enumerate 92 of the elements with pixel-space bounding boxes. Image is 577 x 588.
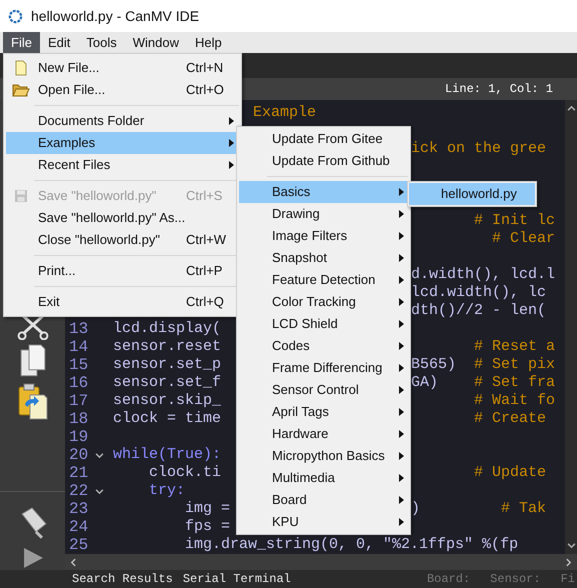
menu-item[interactable]: Sensor Control — [239, 379, 408, 401]
copy-icon[interactable] — [18, 344, 46, 378]
line-number: 24 — [68, 518, 90, 536]
code-text: GA) — [411, 374, 438, 392]
code-text: fps = — [184, 518, 230, 536]
code-text: try: — [148, 482, 186, 500]
scroll-right-icon — [564, 558, 573, 566]
status-label: Sensor: — [490, 571, 541, 588]
code-text: sensor.skip_ — [113, 392, 222, 410]
code-text: sensor.reset — [113, 338, 222, 356]
line-number: 16 — [68, 374, 90, 392]
code-comment: # Set pix — [473, 356, 556, 374]
horizontal-scrollbar[interactable] — [65, 554, 577, 570]
line-number: 18 — [68, 410, 90, 428]
code-comment: ick on the gree — [411, 140, 546, 158]
code-text: lcd.width(), lc — [411, 284, 546, 302]
status-label: Board: — [426, 571, 470, 588]
menu-item[interactable]: Hardware — [239, 423, 408, 445]
menu-item[interactable]: Examples — [6, 132, 239, 154]
menu-item[interactable]: Multimedia — [239, 467, 408, 489]
menu-item[interactable]: Basics — [239, 181, 408, 203]
line-number: 23 — [68, 500, 90, 518]
code-comment: # Wait fo — [473, 392, 556, 410]
scroll-left-icon — [69, 558, 78, 566]
code-comment: # Update — [473, 464, 546, 482]
line-number: 14 — [68, 338, 90, 356]
code-text: lcd.display( — [113, 320, 222, 338]
code-comment: # Init lc — [473, 212, 556, 230]
code-text: d.width(), lcd.l — [411, 266, 556, 284]
code-text: ) — [411, 500, 420, 518]
menu-item[interactable]: April Tags — [239, 401, 408, 423]
menu-item[interactable]: Open File... Ctrl+O — [6, 79, 239, 101]
code-text: clock = time — [113, 410, 222, 428]
menu-item[interactable]: Documents Folder — [6, 110, 239, 132]
window-title: helloworld.py - CanMV IDE — [31, 6, 200, 26]
menu-item[interactable]: Board — [239, 489, 408, 511]
menu-bar-item[interactable]: Window — [124, 32, 187, 53]
code-text: img.draw_string(0, 0, "%2.1ffps" %(fp — [184, 536, 518, 554]
line-number: 21 — [68, 464, 90, 482]
line-number: 15 — [68, 356, 90, 374]
menu-item[interactable]: Color Tracking — [239, 291, 408, 313]
menu-item[interactable]: Update From Github — [239, 150, 408, 172]
line-number: 17 — [68, 392, 90, 410]
code-text: B565) — [411, 356, 456, 374]
line-number: 13 — [68, 320, 90, 338]
menu-item[interactable]: Recent Files — [6, 154, 239, 176]
code-comment: Example — [253, 104, 316, 122]
app-logo-icon — [8, 8, 23, 24]
code-text: while(True): — [113, 446, 222, 464]
code-text: sensor.set_p — [113, 356, 222, 374]
menu-bar-item[interactable]: Help — [186, 32, 230, 53]
menu-item[interactable]: Close "helloworld.py" Ctrl+W — [6, 229, 239, 251]
line-number: 19 — [68, 428, 90, 446]
menu-item[interactable]: Snapshot — [239, 247, 408, 269]
menu-item[interactable]: Drawing — [239, 203, 408, 225]
menu-bar-item[interactable]: Edit — [40, 32, 78, 53]
line-number: 20 — [68, 446, 90, 464]
menu-item[interactable]: LCD Shield — [239, 313, 408, 335]
bottom-tab[interactable]: Search Results — [72, 570, 173, 588]
scroll-down-icon — [566, 541, 576, 550]
menu-bar-item[interactable]: File — [3, 32, 40, 53]
menu-item[interactable]: Micropython Basics — [239, 445, 408, 467]
code-comment: # Create — [473, 410, 546, 428]
menu-item[interactable]: Exit Ctrl+Q — [6, 291, 239, 313]
scroll-up-icon — [566, 104, 576, 113]
menu-item[interactable]: Codes — [239, 335, 408, 357]
menu-item[interactable]: KPU — [239, 511, 408, 533]
status-label: Fi — [560, 571, 575, 588]
menu-item[interactable]: New File... Ctrl+N — [6, 57, 239, 79]
menu-item[interactable]: Save "helloworld.py" As... — [6, 207, 239, 229]
menu-item[interactable]: helloworld.py — [409, 183, 535, 205]
menu-item[interactable]: Print... Ctrl+P — [6, 260, 239, 282]
code-text: clock.ti — [148, 464, 222, 482]
code-comment: # Clear — [491, 230, 556, 248]
paste-icon[interactable] — [16, 381, 50, 422]
code-text: sensor.set_f — [113, 374, 222, 392]
cursor-position: Line: 1, Col: 1 — [444, 81, 553, 98]
line-number: 25 — [68, 536, 90, 554]
code-text: dth()//2 - len( — [411, 302, 546, 320]
bottom-tab[interactable]: Serial Terminal — [182, 570, 291, 588]
code-comment: # Reset a — [473, 338, 556, 356]
blank-page-icon — [15, 60, 27, 76]
folder-icon — [12, 83, 30, 97]
menu-item[interactable]: Image Filters — [239, 225, 408, 247]
menu-item[interactable]: Frame Differencing — [239, 357, 408, 379]
code-comment: # Tak — [500, 500, 546, 518]
menu-bar-item[interactable]: Tools — [78, 32, 125, 53]
code-text: img = — [184, 500, 230, 518]
menu-item[interactable]: Update From Gitee — [239, 128, 408, 150]
line-number: 22 — [68, 482, 90, 500]
code-comment: # Set fra — [473, 374, 556, 392]
menu-item[interactable]: Feature Detection — [239, 269, 408, 291]
